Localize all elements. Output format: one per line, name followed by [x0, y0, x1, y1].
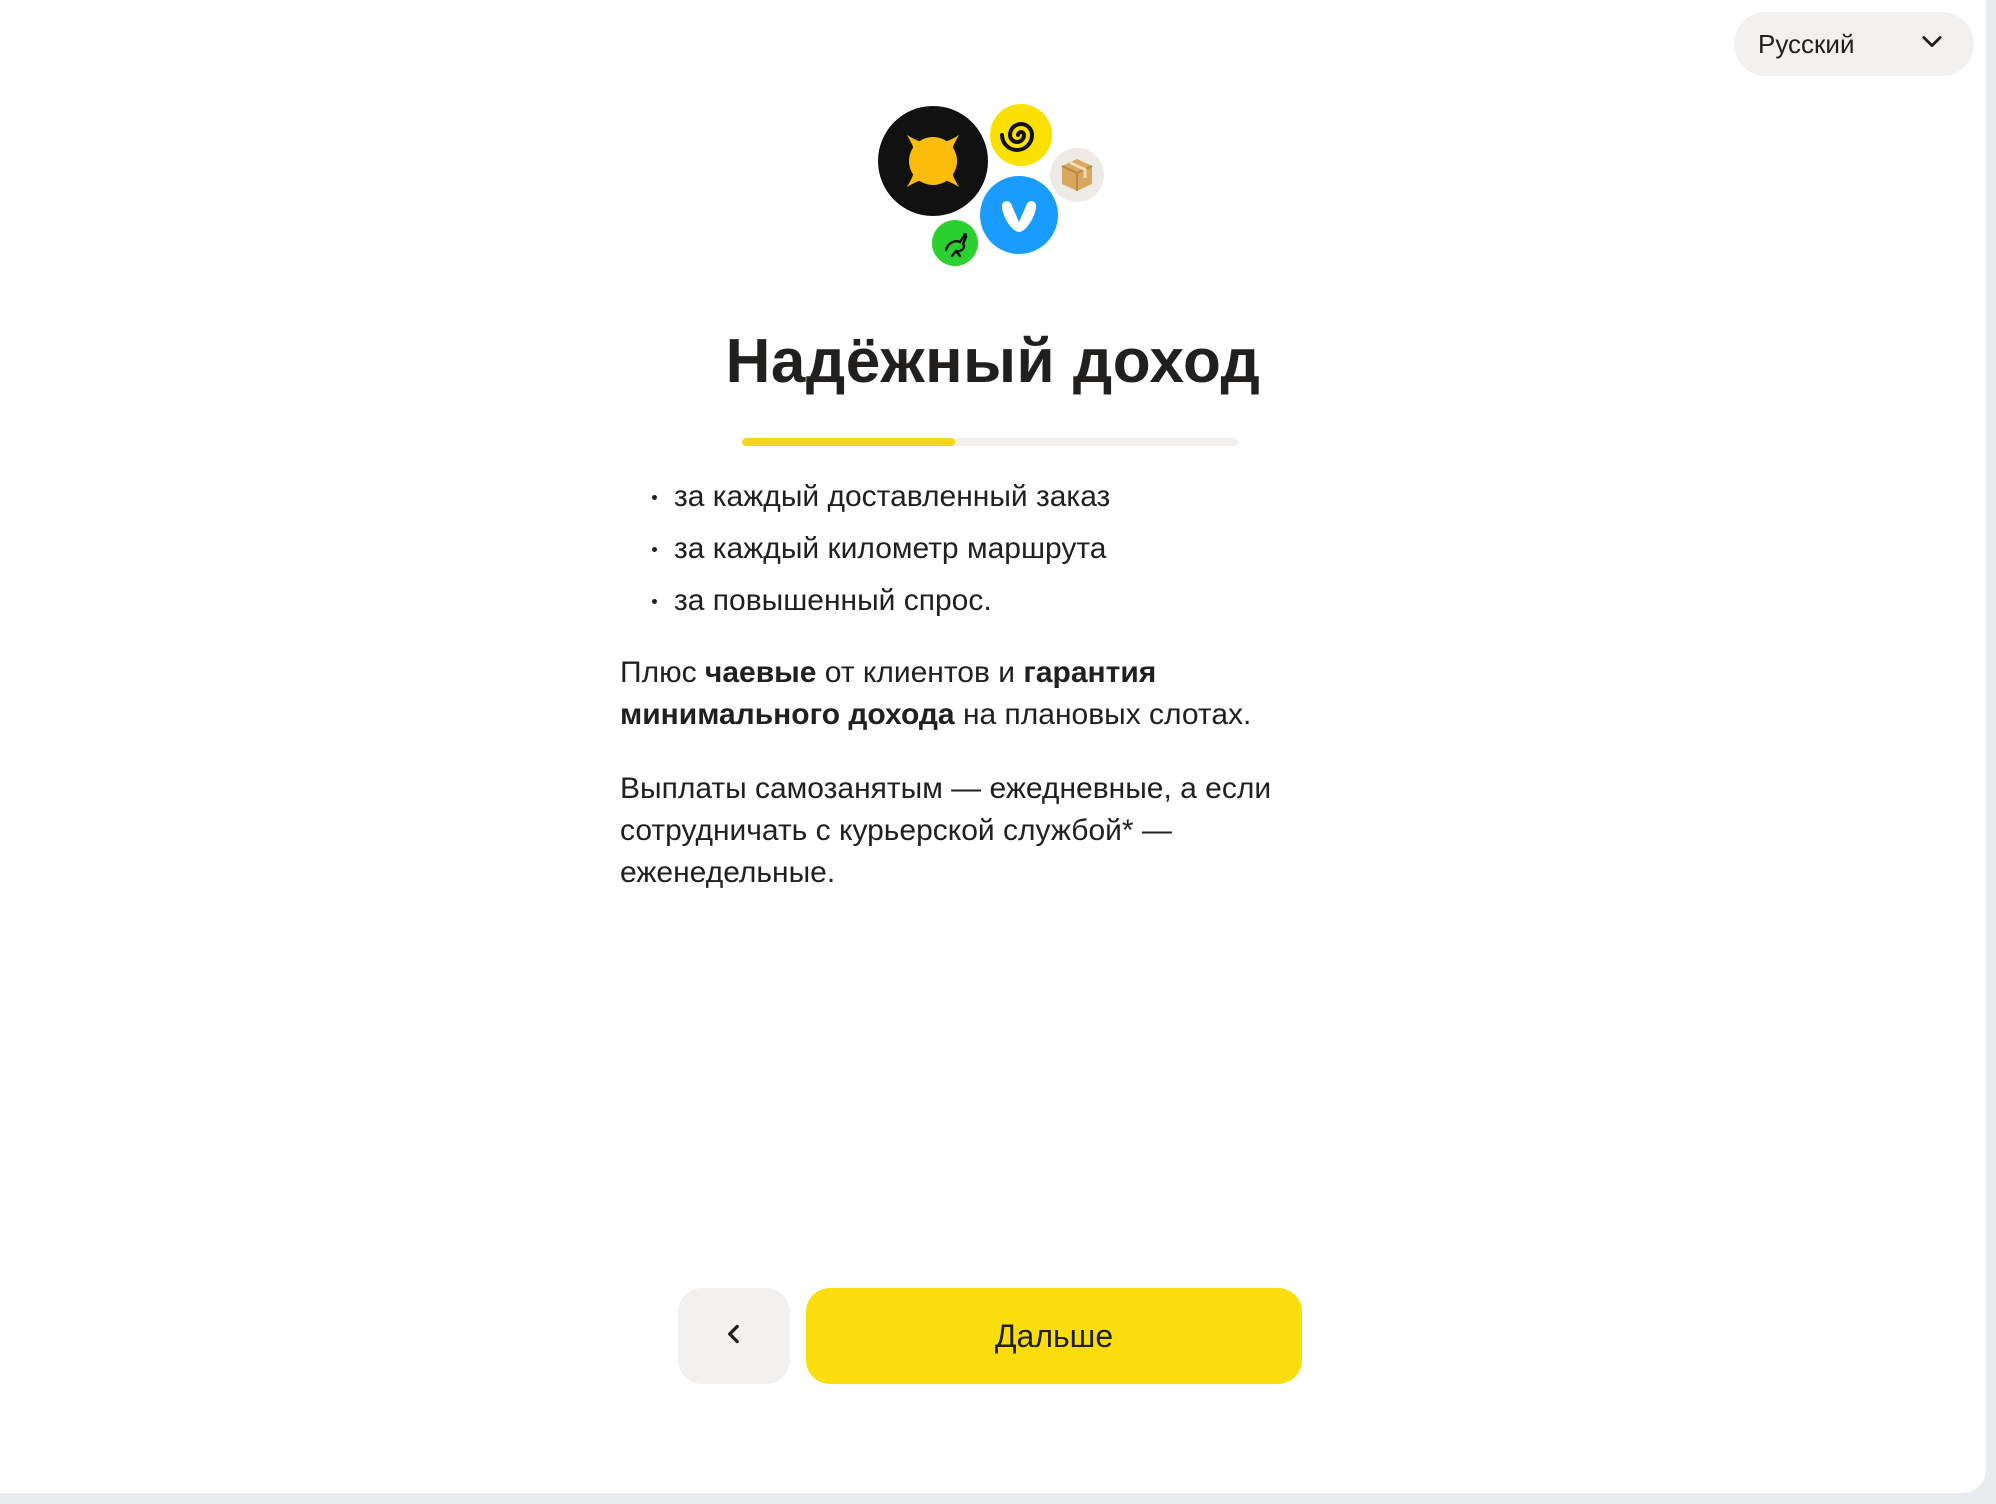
text-run: от клиентов и — [816, 656, 1024, 689]
language-select[interactable]: Русский — [1734, 12, 1974, 76]
yandex-eats-logo — [878, 106, 988, 216]
list-item: за повышенный спрос. — [650, 580, 1340, 622]
payout-paragraph: Выплаты самозанятым — ежедневные, а если… — [620, 772, 1272, 889]
step-progress-bar — [742, 438, 1238, 446]
chevron-down-icon — [1918, 27, 1946, 62]
next-button[interactable]: Дальше — [806, 1288, 1302, 1384]
text-run: Плюс — [620, 656, 705, 689]
chevron-left-icon — [721, 1321, 747, 1352]
check-v-logo — [980, 176, 1058, 254]
income-bullets: за каждый доставленный заказ за каждый к… — [620, 476, 1340, 622]
bold-text: чаевые — [704, 656, 817, 689]
list-item: за каждый километр маршрута — [650, 528, 1340, 570]
list-item: за каждый доставленный заказ — [650, 476, 1340, 518]
tips-paragraph: Плюс чаевые от клиентов и гарантия миним… — [620, 652, 1340, 736]
next-button-label: Дальше — [994, 1317, 1114, 1354]
parcel-box-logo — [1050, 148, 1104, 202]
page-title: Надёжный доход — [725, 327, 1261, 396]
content-body: за каждый доставленный заказ за каждый к… — [620, 476, 1340, 894]
back-button[interactable] — [678, 1288, 790, 1384]
service-logos — [878, 104, 1118, 274]
ostrich-logo — [932, 220, 978, 266]
step-progress-fill — [742, 438, 956, 446]
spiral-logo — [990, 104, 1052, 166]
main-card: Русский Надёжный доход за каждый доставл… — [0, 0, 1986, 1493]
text-run: на плановых слотах. — [954, 698, 1252, 731]
language-select-value: Русский — [1758, 28, 1855, 59]
